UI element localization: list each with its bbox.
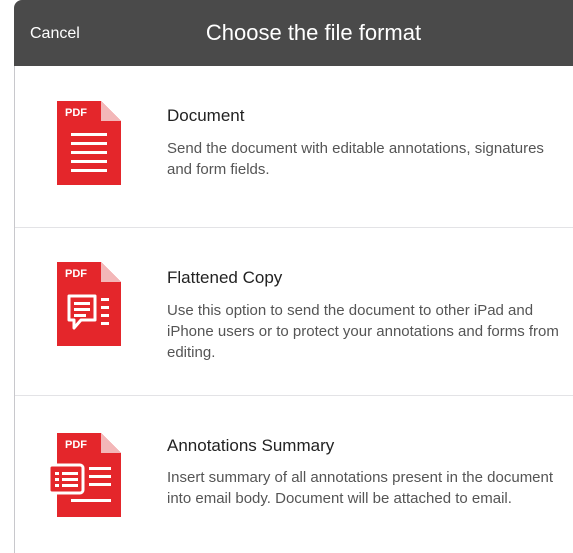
nav-bar: Cancel Choose the file format xyxy=(14,0,573,66)
pdf-flattened-icon: PDF xyxy=(57,262,121,346)
option-description: Insert summary of all annotations presen… xyxy=(167,469,554,507)
pdf-badge-label: PDF xyxy=(65,439,87,451)
option-annotations-summary[interactable]: PDF Annotations Summary Insert summary o… xyxy=(15,395,573,553)
pdf-document-icon: PDF xyxy=(57,101,121,185)
option-description: Use this option to send the document to … xyxy=(167,302,559,361)
format-list: PDF Document Send the document with edit… xyxy=(14,66,573,553)
pdf-badge-label: PDF xyxy=(65,107,87,119)
pdf-badge-label: PDF xyxy=(65,268,87,280)
option-description: Send the document with editable annotati… xyxy=(167,140,544,178)
pdf-summary-icon: PDF xyxy=(47,433,121,517)
option-title: Flattened Copy xyxy=(167,268,283,287)
option-flattened-copy[interactable]: PDF Flattened Copy Use this option to se… xyxy=(15,227,573,395)
option-document[interactable]: PDF Document Send the document with edit… xyxy=(15,66,573,227)
option-title: Annotations Summary xyxy=(167,436,335,455)
page-title: Choose the file format xyxy=(205,20,422,45)
option-title: Document xyxy=(167,106,245,125)
